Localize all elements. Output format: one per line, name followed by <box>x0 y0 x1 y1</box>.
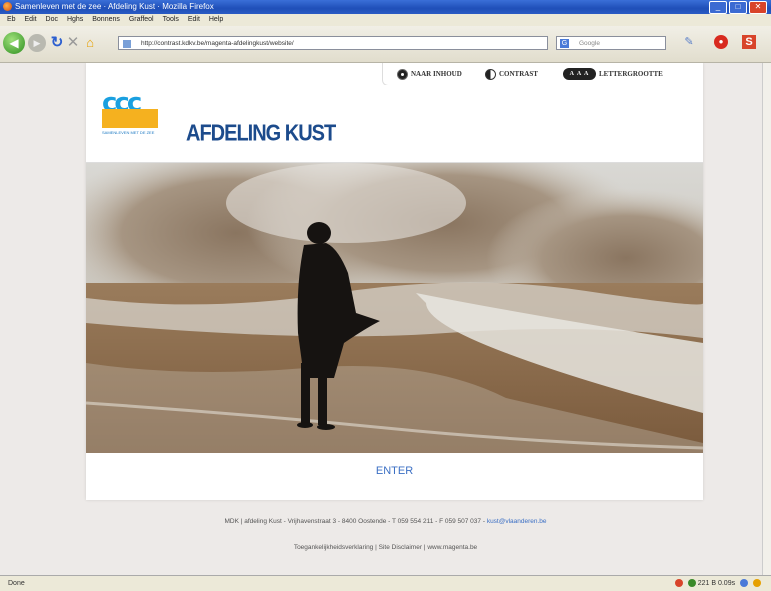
back-button[interactable]: ◀ <box>3 32 25 54</box>
menu-help[interactable]: Help <box>209 14 223 26</box>
vertical-scrollbar[interactable] <box>762 63 771 575</box>
stop-icon[interactable]: ✕ <box>66 34 80 52</box>
font-size-control[interactable]: A A A LETTERGROOTTE <box>563 68 663 80</box>
addon-s-icon[interactable]: S <box>742 35 756 49</box>
footer-link-accessibility[interactable]: Toegankelijkheidsverklaring <box>294 544 374 551</box>
footer-link-disclaimer[interactable]: Site Disclaimer <box>379 544 422 551</box>
footer-separator: | <box>423 544 426 551</box>
status-metrics: 221 B 0.09s <box>697 580 736 587</box>
footer-separator: | <box>375 544 377 551</box>
contrast-toggle[interactable]: CONTRAST <box>485 68 538 80</box>
menu-bookmarks[interactable]: Bonnens <box>92 14 120 26</box>
menu-view[interactable]: Doc <box>46 14 58 26</box>
forward-button[interactable]: ▶ <box>28 34 46 52</box>
accessibility-toolbar: NAAR INHOUD CONTRAST A A A LETTERGROOTTE <box>382 63 703 86</box>
search-input[interactable]: G Google <box>556 36 666 50</box>
site-logo[interactable]: ccc SAMENLEVEN MET DE ZEE <box>102 90 160 141</box>
home-icon[interactable]: ⌂ <box>83 34 97 52</box>
menu-tools[interactable]: Tools <box>163 14 179 26</box>
skip-to-content-link[interactable]: NAAR INHOUD <box>397 68 462 80</box>
adblock-icon[interactable]: ● <box>714 35 728 49</box>
reload-icon[interactable]: ↻ <box>50 34 64 52</box>
enter-link[interactable]: ENTER <box>86 465 703 477</box>
menu-bar: Eb Edit Doc Hghs Bonnens Graffeol Tools … <box>0 14 771 26</box>
font-size-label: LETTERGROOTTE <box>599 70 663 78</box>
footer-address-text: MDK | afdeling Kust - Vrijhavenstraat 3 … <box>224 518 485 525</box>
menu-file[interactable]: Eb <box>7 14 16 26</box>
menu-history[interactable]: Hghs <box>67 14 83 26</box>
footer-email-link[interactable]: kust@vlaanderen.be <box>487 518 547 525</box>
address-bar[interactable]: http://contrast.kdkv.be/magenta-afdeling… <box>118 36 548 50</box>
font-size-icon: A A A <box>563 68 596 80</box>
navigation-toolbar: ◀ ▶ ↻ ✕ ⌂ http://contrast.kdkv.be/magent… <box>0 26 771 63</box>
url-text: http://contrast.kdkv.be/magenta-afdeling… <box>141 40 294 47</box>
window-titlebar: Samenleven met de zee · Afdeling Kust · … <box>0 0 771 14</box>
status-check-icon[interactable] <box>687 579 696 588</box>
window-title: Samenleven met de zee · Afdeling Kust · … <box>15 2 214 11</box>
footer-link-magenta[interactable]: www.magenta.be <box>427 544 477 551</box>
status-warning-icon[interactable] <box>753 579 761 588</box>
footer-address: MDK | afdeling Kust - Vrijhavenstraat 3 … <box>0 518 771 525</box>
skip-label: NAAR INHOUD <box>411 70 462 78</box>
site-header: ccc SAMENLEVEN MET DE ZEE AFDELING KUST <box>86 85 703 163</box>
search-placeholder: Google <box>579 40 600 47</box>
maximize-button[interactable]: □ <box>729 1 747 14</box>
menu-edit-2[interactable]: Edit <box>188 14 200 26</box>
hero-image <box>86 163 703 453</box>
minimize-button[interactable]: _ <box>709 1 727 14</box>
status-addon-icon[interactable] <box>674 579 683 588</box>
firefox-icon <box>3 2 12 11</box>
logo-block <box>102 109 158 128</box>
close-button[interactable]: ✕ <box>749 1 767 14</box>
page-viewport: NAAR INHOUD CONTRAST A A A LETTERGROOTTE… <box>0 63 771 575</box>
logo-tagline: SAMENLEVEN MET DE ZEE <box>102 130 155 135</box>
menu-edit[interactable]: Edit <box>25 14 37 26</box>
site-container: NAAR INHOUD CONTRAST A A A LETTERGROOTTE… <box>86 63 703 500</box>
page-title: AFDELING KUST <box>186 121 336 147</box>
status-right: 221 B 0.09s <box>672 576 761 591</box>
status-network-icon[interactable] <box>740 579 749 588</box>
status-text: Done <box>8 580 25 587</box>
footer-links: Toegankelijkheidsverklaring | Site Discl… <box>0 544 771 551</box>
page-info-icon[interactable]: ✎ <box>682 35 696 49</box>
menu-scrapbook[interactable]: Graffeol <box>129 14 154 26</box>
contrast-icon <box>485 68 496 80</box>
site-favicon-icon <box>123 40 131 48</box>
contrast-label: CONTRAST <box>499 70 538 78</box>
status-bar: Done 221 B 0.09s <box>0 575 771 591</box>
search-engine-icon[interactable]: G <box>560 39 569 48</box>
skip-icon <box>397 68 408 80</box>
